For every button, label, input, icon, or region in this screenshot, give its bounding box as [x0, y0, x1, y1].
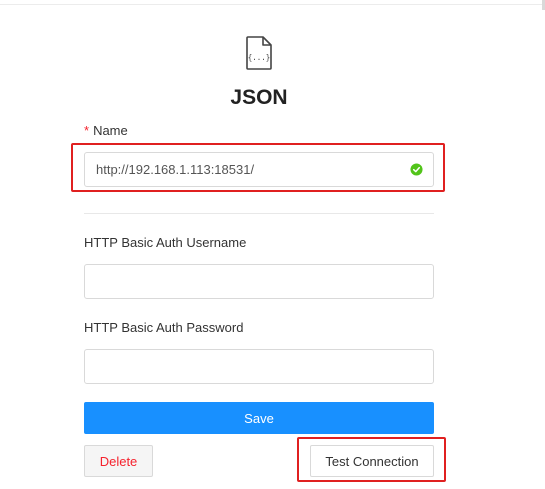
json-icon-glyph: {...} — [248, 53, 271, 62]
required-mark: * — [84, 123, 90, 138]
delete-button[interactable]: Delete — [84, 445, 153, 477]
password-input[interactable] — [84, 349, 434, 384]
name-label-text: Name — [93, 123, 128, 138]
datasource-config-page: {...} JSON *Name HTTP Basic Auth Usernam… — [0, 0, 545, 489]
name-label: * Name — [84, 123, 128, 138]
section-divider — [84, 213, 434, 214]
password-label: HTTP Basic Auth Password — [84, 320, 244, 335]
check-circle-icon — [410, 163, 423, 176]
name-input[interactable] — [84, 152, 434, 187]
username-input[interactable] — [84, 264, 434, 299]
save-button[interactable]: Save — [84, 402, 434, 434]
top-divider — [0, 0, 545, 10]
username-label: HTTP Basic Auth Username — [84, 235, 247, 250]
test-connection-button[interactable]: Test Connection — [310, 445, 434, 477]
page-title: JSON — [230, 86, 288, 109]
json-file-icon: {...} — [246, 36, 272, 70]
